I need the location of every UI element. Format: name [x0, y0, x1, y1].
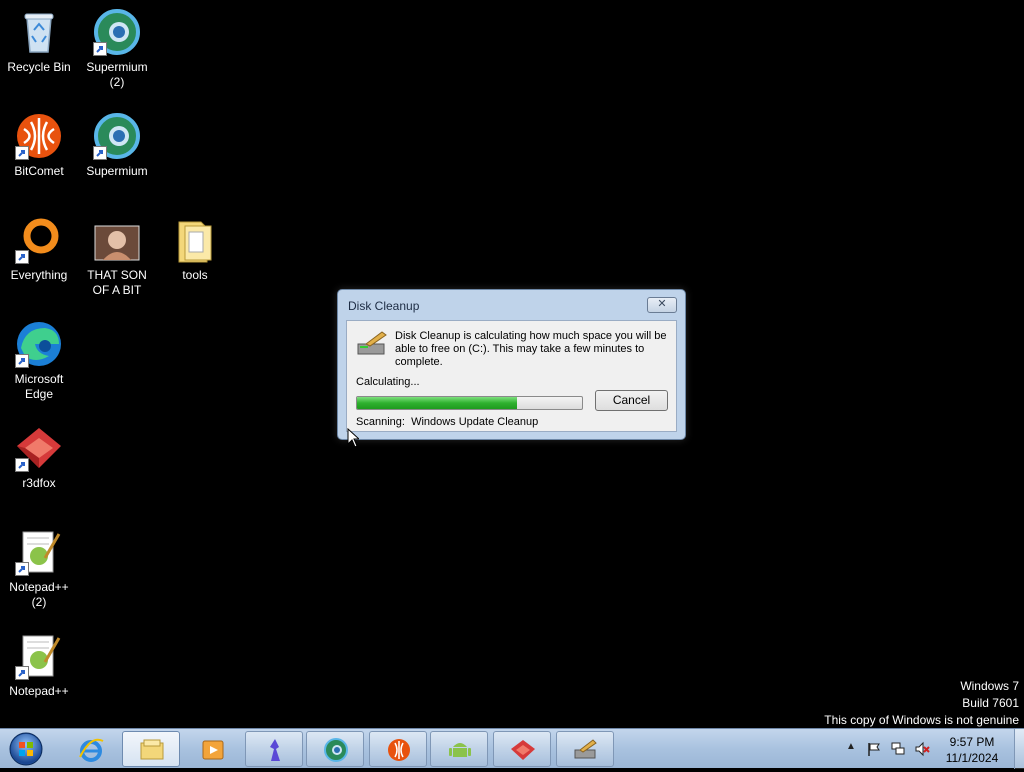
r3dfox-desktop-icon[interactable]: r3dfox: [0, 424, 78, 491]
taskbar-supermium[interactable]: [306, 731, 364, 767]
folder-icon: [171, 216, 219, 264]
clock[interactable]: 9:57 PM 11/1/2024: [937, 734, 1007, 766]
action-center-flag-icon[interactable]: [866, 741, 882, 757]
shortcut-arrow-icon: [15, 458, 29, 472]
shortcut-arrow-icon: [93, 146, 107, 160]
bitcomet-desktop-icon[interactable]: BitComet: [0, 112, 78, 179]
mouse-cursor-icon: [347, 428, 359, 448]
disk-cleanup-icon: [356, 330, 388, 358]
show-hidden-icons-button[interactable]: ▲: [846, 741, 856, 752]
icon-label: BitComet: [14, 164, 64, 178]
r3dfox-icon: [511, 740, 535, 760]
dialog-client-area: Disk Cleanup is calculating how much spa…: [346, 320, 677, 432]
close-button[interactable]: ✕: [647, 297, 677, 313]
taskbar-blue-figure-app[interactable]: [245, 731, 303, 767]
supermium-icon: [324, 738, 348, 762]
shortcut-arrow-icon: [15, 562, 29, 576]
shortcut-arrow-icon: [15, 354, 29, 368]
start-button[interactable]: [4, 731, 48, 767]
volume-muted-icon[interactable]: [914, 741, 930, 757]
icon-label: r3dfox: [22, 476, 56, 490]
show-desktop-button[interactable]: [1014, 729, 1024, 769]
status-label: Calculating...: [356, 376, 420, 388]
taskbar-windows-explorer[interactable]: [122, 731, 180, 767]
taskbar-bitcomet[interactable]: [369, 731, 427, 767]
everything-search-icon: [15, 216, 63, 264]
icon-label: Recycle Bin: [7, 60, 71, 74]
bitcomet-icon: [15, 112, 63, 160]
icon-label: Microsoft Edge: [14, 372, 64, 401]
icon-label: Supermium: [86, 164, 148, 178]
recycle-bin-icon: [15, 8, 63, 56]
icon-label: tools: [182, 268, 208, 282]
notepadpp-2-desktop-icon[interactable]: Notepad++ (2): [0, 528, 78, 610]
progress-fill: [357, 397, 517, 409]
clock-time: 9:57 PM: [949, 735, 995, 749]
taskbar-r3dfox[interactable]: [493, 731, 551, 767]
progress-bar: [356, 396, 583, 410]
blue-figure-icon: [270, 739, 280, 761]
disk-cleanup-icon: [574, 739, 597, 759]
shortcut-arrow-icon: [15, 250, 29, 264]
windows-watermark: Windows 7 Build 7601 This copy of Window…: [824, 678, 1019, 729]
taskbar-disk-cleanup[interactable]: [556, 731, 614, 767]
dialog-title: Disk Cleanup: [348, 299, 420, 313]
edge-icon: [15, 320, 63, 368]
watermark-build: Build 7601: [962, 696, 1019, 710]
icon-label: Notepad++: [9, 684, 69, 698]
scanning-item: Windows Update Cleanup: [411, 416, 539, 428]
icon-label: Supermium (2): [86, 60, 148, 89]
cancel-button[interactable]: Cancel: [595, 390, 668, 411]
shortcut-arrow-icon: [93, 42, 107, 56]
everything-desktop-icon[interactable]: Everything: [0, 216, 78, 283]
tools-folder-desktop-icon[interactable]: tools: [156, 216, 234, 283]
supermium-2-desktop-icon[interactable]: Supermium (2): [78, 8, 156, 90]
notepadpp-icon: [15, 528, 63, 576]
internet-explorer-icon: [79, 738, 104, 762]
icon-label: THAT SON OF A BIT: [87, 268, 147, 297]
folder-library-icon: [140, 739, 164, 760]
taskbar-internet-explorer[interactable]: [61, 731, 119, 767]
android-icon: [449, 743, 471, 757]
system-tray: ▲ 9:57 PM 11/1/2024: [842, 729, 1024, 769]
scanning-line: Scanning: Windows Update Cleanup: [356, 416, 538, 428]
shortcut-arrow-icon: [15, 146, 29, 160]
recycle-bin-desktop-icon[interactable]: Recycle Bin: [0, 8, 78, 75]
supermium-desktop-icon[interactable]: Supermium: [78, 112, 156, 179]
supermium-icon: [93, 8, 141, 56]
bitcomet-icon: [388, 739, 410, 761]
shortcut-arrow-icon: [15, 666, 29, 680]
microsoft-edge-desktop-icon[interactable]: Microsoft Edge: [0, 320, 78, 402]
scanning-label: Scanning:: [356, 416, 405, 428]
watermark-os: Windows 7: [960, 679, 1019, 693]
media-player-icon: [202, 740, 224, 760]
supermium-icon: [93, 112, 141, 160]
notepadpp-desktop-icon[interactable]: Notepad++: [0, 632, 78, 699]
dialog-message: Disk Cleanup is calculating how much spa…: [395, 330, 667, 368]
windows-orb-icon: [9, 732, 43, 766]
taskbar: ▲ 9:57 PM 11/1/2024: [0, 728, 1024, 769]
taskbar-android[interactable]: [430, 731, 488, 767]
photo-thumbnail-icon: [93, 216, 141, 264]
r3dfox-icon: [15, 424, 63, 472]
desktop: Recycle Bin Supermium (2) BitComet Super…: [0, 0, 1024, 728]
icon-label: Notepad++ (2): [9, 580, 69, 609]
watermark-genuine-notice: This copy of Windows is not genuine: [824, 713, 1019, 727]
network-icon[interactable]: [890, 741, 906, 757]
icon-label: Everything: [10, 268, 68, 282]
notepadpp-icon: [15, 632, 63, 680]
taskbar-media-player[interactable]: [183, 731, 241, 767]
disk-cleanup-dialog: Disk Cleanup ✕ Disk Cleanup is calculati…: [337, 289, 686, 440]
that-son-of-a-bit-desktop-icon[interactable]: THAT SON OF A BIT: [78, 216, 156, 298]
clock-date: 11/1/2024: [945, 751, 999, 765]
